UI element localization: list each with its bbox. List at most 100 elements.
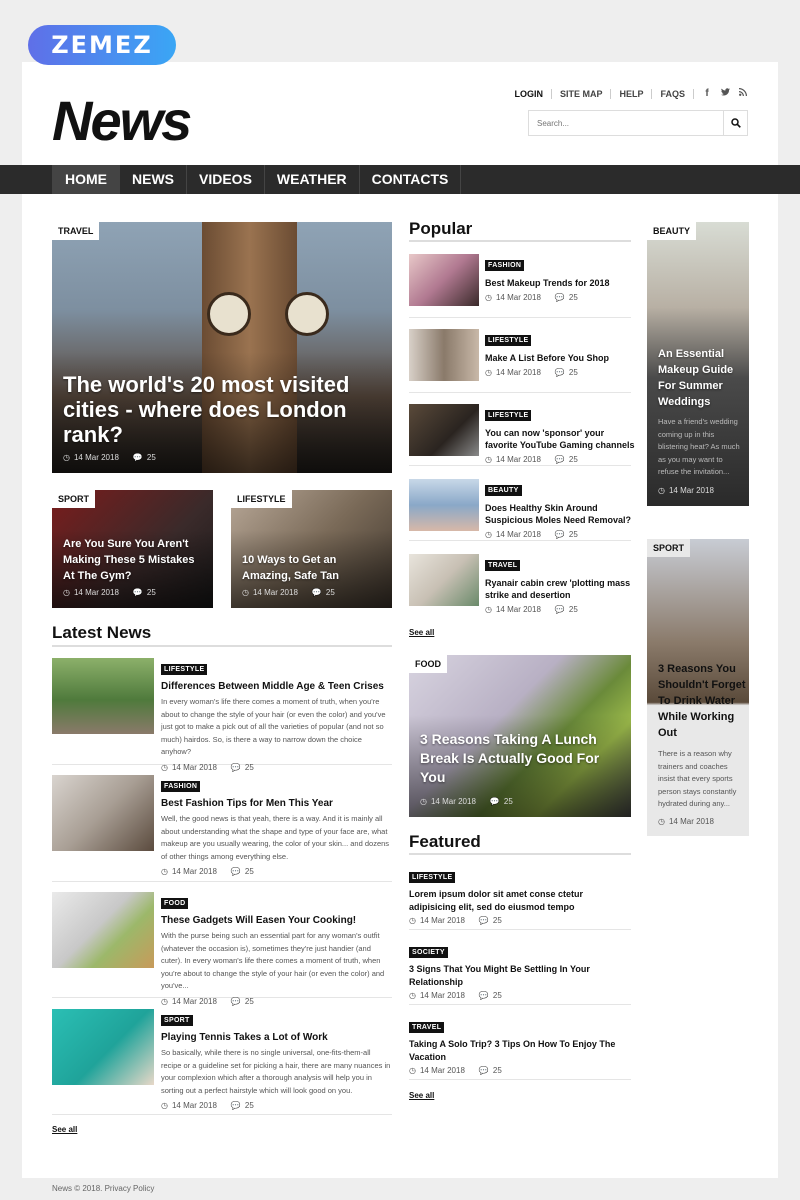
list-item[interactable]: LIFESTYLE Make A List Before You Shop ◷ 1… [409,329,631,393]
search-input[interactable] [529,111,723,135]
article-comments[interactable]: 25 [569,530,578,539]
rss-icon[interactable] [738,88,748,99]
article-comments[interactable]: 25 [245,867,254,876]
beauty-card[interactable]: BEAUTY An Essential Makeup Guide For Sum… [647,222,749,506]
category-label[interactable]: FOOD [161,898,189,909]
category-label[interactable]: BEAUTY [485,485,522,496]
category-label[interactable]: LIFESTYLE [485,335,532,346]
makeup-thumbnail[interactable] [409,254,479,306]
article-title[interactable]: Lorem ipsum dolor sit amet conse ctetur … [409,888,631,913]
article-title[interactable]: You can now 'sponsor' your favorite YouT… [485,427,635,451]
article-title[interactable]: These Gadgets Will Easen Your Cooking! [161,915,393,926]
facebook-icon[interactable]: f [702,88,712,99]
article-comments[interactable]: 25 [245,763,254,772]
category-label[interactable]: TRAVEL [485,560,521,571]
list-item[interactable]: TRAVEL Taking A Solo Trip? 3 Tips On How… [409,1016,631,1080]
article-title[interactable]: Best Makeup Trends for 2018 [485,277,635,289]
article-title[interactable]: Does Healthy Skin Around Suspicious Mole… [485,502,635,526]
article-title[interactable]: 3 Signs That You Might Be Settling In Yo… [409,963,631,988]
hero-tag[interactable]: TRAVEL [52,222,100,240]
list-item[interactable]: LIFESTYLE Lorem ipsum dolor sit amet con… [409,866,631,930]
article-title[interactable]: Playing Tennis Takes a Lot of Work [161,1032,393,1043]
food-card-title[interactable]: 3 Reasons Taking A Lunch Break Is Actual… [420,730,625,787]
latest-see-all-link[interactable]: See all [52,1125,77,1134]
nav-videos[interactable]: VIDEOS [187,165,265,194]
featured-see-all-link[interactable]: See all [409,1091,434,1100]
article-comments[interactable]: 25 [245,997,254,1006]
category-label[interactable]: LIFESTYLE [485,410,532,421]
sport-card[interactable]: SPORT Are You Sure You Aren't Making The… [52,490,213,608]
laptop-thumbnail[interactable] [409,404,479,456]
nav-home[interactable]: HOME [53,165,120,194]
food-card[interactable]: FOOD 3 Reasons Taking A Lunch Break Is A… [409,655,631,817]
man-thumbnail[interactable] [52,775,154,851]
list-item[interactable]: LIFESTYLE You can now 'sponsor' your fav… [409,404,635,466]
category-label[interactable]: LIFESTYLE [409,872,456,883]
tennis-thumbnail[interactable] [52,1009,154,1085]
article-title[interactable]: Differences Between Middle Age & Teen Cr… [161,681,393,692]
category-label[interactable]: SPORT [161,1015,193,1026]
hero-card[interactable]: TRAVEL The world's 20 most visited citie… [52,222,392,473]
list-item[interactable]: FOOD These Gadgets Will Easen Your Cooki… [52,892,393,1006]
help-link[interactable]: HELP [611,88,653,99]
hero-title[interactable]: The world's 20 most visited cities - whe… [63,372,383,447]
site-logo[interactable]: News [52,88,192,153]
lifestyle-card[interactable]: LIFESTYLE 10 Ways to Get an Amazing, Saf… [231,490,392,608]
site-map-link[interactable]: SITE MAP [552,88,612,99]
article-comments[interactable]: 25 [569,293,578,302]
food-card-comments[interactable]: 25 [504,797,513,806]
login-link[interactable]: LOGIN [514,88,552,99]
park-thumbnail[interactable] [52,658,154,734]
list-item[interactable]: TRAVEL Ryanair cabin crew 'plotting mass… [409,554,631,616]
article-comments[interactable]: 25 [493,991,502,1000]
list-item[interactable]: SOCIETY 3 Signs That You Might Be Settli… [409,941,631,1005]
lifestyle-card-title[interactable]: 10 Ways to Get an Amazing, Safe Tan [242,552,384,584]
article-comments[interactable]: 25 [493,916,502,925]
zemez-badge[interactable]: ZEMEZ [28,25,176,65]
lifestyle-tag[interactable]: LIFESTYLE [231,490,292,508]
category-label[interactable]: FASHION [485,260,525,271]
sport-tag[interactable]: SPORT [52,490,96,508]
food-tag[interactable]: FOOD [409,655,447,673]
lifestyle-card-date: 14 Mar 2018 [252,588,298,597]
travel-thumbnail[interactable] [409,554,479,606]
article-comments[interactable]: 25 [493,1066,502,1075]
twitter-icon[interactable] [720,88,730,99]
harbor-thumbnail[interactable] [409,479,479,531]
sport-sidebar-card[interactable]: SPORT 3 Reasons You Shouldn't Forget To … [647,539,749,836]
list-item[interactable]: LIFESTYLE Differences Between Middle Age… [52,658,393,772]
beauty-tag[interactable]: BEAUTY [647,222,697,240]
category-label[interactable]: LIFESTYLE [161,664,208,675]
nav-contacts[interactable]: CONTACTS [360,165,462,194]
list-item[interactable]: FASHION Best Fashion Tips for Men This Y… [52,775,392,882]
article-title[interactable]: Best Fashion Tips for Men This Year [161,798,393,809]
faqs-link[interactable]: FAQS [652,88,694,99]
corridor-thumbnail[interactable] [409,329,479,381]
article-comments[interactable]: 25 [569,605,578,614]
list-item[interactable]: FASHION Best Makeup Trends for 2018 ◷ 14 … [409,254,631,318]
popular-see-all-link[interactable]: See all [409,628,434,637]
beauty-card-title[interactable]: An Essential Makeup Guide For Summer Wed… [658,346,746,410]
category-label[interactable]: FASHION [161,781,201,792]
article-comments[interactable]: 25 [569,368,578,377]
sport-card-title[interactable]: Are You Sure You Aren't Making These 5 M… [63,536,205,584]
kitchen-thumbnail[interactable] [52,892,154,968]
article-title[interactable]: Ryanair cabin crew 'plotting mass strike… [485,577,635,601]
article-comments[interactable]: 25 [569,455,578,464]
article-title[interactable]: Make A List Before You Shop [485,352,635,364]
nav-news[interactable]: NEWS [120,165,187,194]
category-label[interactable]: TRAVEL [409,1022,445,1033]
article-date: 14 Mar 2018 [495,455,541,464]
nav-weather[interactable]: WEATHER [265,165,360,194]
list-item[interactable]: SPORT Playing Tennis Takes a Lot of Work… [52,1009,392,1115]
sport-sidebar-tag[interactable]: SPORT [647,539,691,557]
category-label[interactable]: SOCIETY [409,947,448,958]
list-item[interactable]: BEAUTY Does Healthy Skin Around Suspicio… [409,479,631,541]
lifestyle-card-comments[interactable]: 25 [326,588,335,597]
article-title[interactable]: Taking A Solo Trip? 3 Tips On How To Enj… [409,1038,631,1063]
sport-sidebar-title[interactable]: 3 Reasons You Shouldn't Forget To Drink … [658,661,746,741]
hero-comments[interactable]: 25 [147,453,156,462]
article-comments[interactable]: 25 [245,1101,254,1110]
sport-card-comments[interactable]: 25 [147,588,156,597]
search-button[interactable] [723,111,747,135]
